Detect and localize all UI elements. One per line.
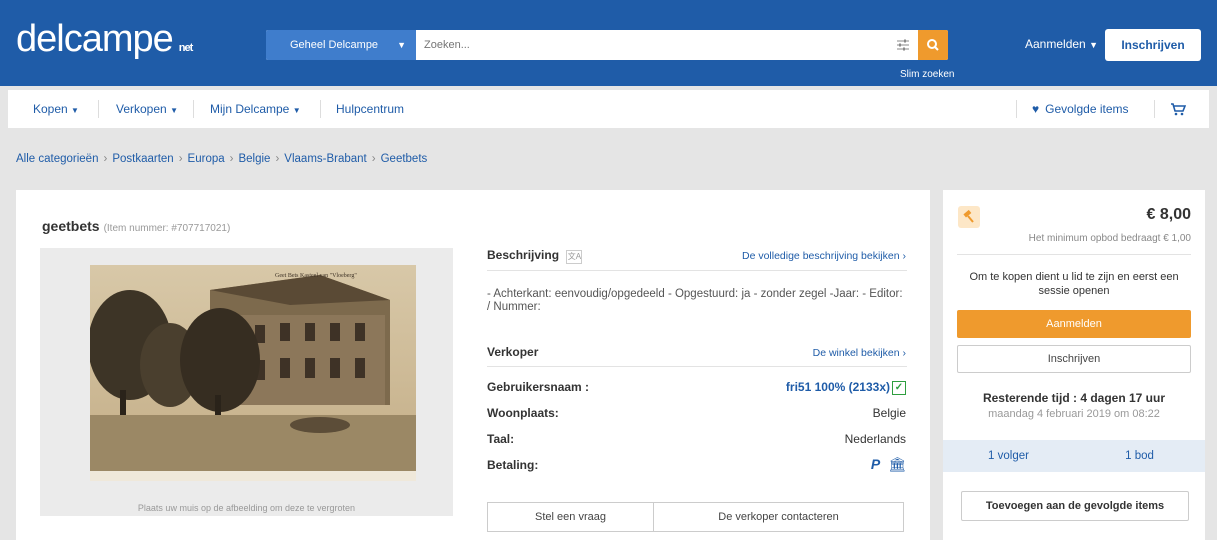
add-to-followed-button[interactable]: Toevoegen aan de gevolgde items bbox=[961, 491, 1189, 521]
auction-hammer-icon bbox=[958, 206, 980, 228]
nav-divider bbox=[1154, 100, 1155, 118]
search-input[interactable] bbox=[424, 36, 884, 54]
top-header: delcampe net Geheel Delcampe ▼ Slim zoeken… bbox=[0, 0, 1217, 86]
breadcrumb-separator: › bbox=[178, 153, 183, 165]
nav-sell-label: Verkopen bbox=[116, 102, 167, 116]
delcampe-logo[interactable]: delcampe net bbox=[16, 18, 193, 61]
heart-icon: ♥ bbox=[1032, 102, 1040, 116]
breadcrumb-separator: › bbox=[103, 153, 108, 165]
breadcrumb-item[interactable]: Postkaarten bbox=[112, 153, 173, 165]
ask-question-button[interactable]: Stel een vraag bbox=[488, 503, 654, 531]
nav-my-delcampe-label: Mijn Delcampe bbox=[210, 102, 290, 116]
full-description-link[interactable]: De volledige beschrijving bekijken › bbox=[742, 250, 906, 262]
breadcrumb-separator: › bbox=[229, 153, 234, 165]
bid-panel: € 8,00 Het minimum opbod bedraagt € 1,00… bbox=[943, 190, 1205, 540]
divider bbox=[487, 270, 907, 271]
nav-buy-label: Kopen bbox=[33, 102, 68, 116]
nav-divider bbox=[193, 100, 194, 118]
language-value: Nederlands bbox=[844, 432, 906, 446]
postcard-image[interactable]: Geet Bets Kasteel van "Vloeberg" bbox=[90, 265, 416, 481]
search-icon bbox=[927, 39, 939, 51]
current-price: € 8,00 bbox=[1146, 206, 1191, 223]
login-label: Aanmelden bbox=[1025, 37, 1086, 51]
logo-suffix: net bbox=[178, 42, 193, 54]
login-dropdown[interactable]: Aanmelden ▼ bbox=[1025, 37, 1098, 51]
description-text: - Achterkant: eenvoudig/opgedeeld - Opge… bbox=[487, 288, 903, 313]
payment-methods: P 🏛 bbox=[871, 456, 906, 473]
residence-value: Belgie bbox=[872, 406, 906, 420]
item-number: (Item nummer: #707717021) bbox=[103, 223, 231, 234]
description-heading: Beschrijving 文A bbox=[487, 248, 583, 264]
signup-button[interactable]: Inschrijven bbox=[1105, 29, 1201, 61]
caret-down-icon: ▼ bbox=[397, 40, 406, 50]
residence-label: Woonplaats: bbox=[487, 406, 559, 420]
description-heading-text: Beschrijving bbox=[487, 248, 560, 262]
breadcrumb: Alle categorieën › Postkaarten › Europa › Belg… bbox=[16, 153, 427, 165]
sidebar-signup-button[interactable]: Inschrijven bbox=[957, 345, 1191, 373]
nav-help[interactable]: Hulpcentrum bbox=[336, 102, 404, 116]
membership-message: Om te kopen dient u lid te zijn en eerst… bbox=[969, 271, 1179, 297]
cart-icon[interactable] bbox=[1170, 102, 1186, 116]
nav-buy[interactable]: Kopen ▼ bbox=[33, 102, 79, 116]
sidebar-login-button[interactable]: Aanmelden bbox=[957, 310, 1191, 338]
username-label: Gebruikersnaam : bbox=[487, 380, 590, 394]
contact-seller-button[interactable]: De verkoper contacteren bbox=[654, 503, 903, 531]
breadcrumb-item[interactable]: Alle categorieën bbox=[16, 153, 98, 165]
breadcrumb-separator: › bbox=[371, 153, 376, 165]
shop-link[interactable]: De winkel bekijken › bbox=[813, 347, 906, 359]
image-viewer: Geet Bets Kasteel van "Vloeberg" Plaats … bbox=[40, 248, 453, 516]
filter-sliders-icon[interactable] bbox=[896, 38, 910, 52]
nav-divider bbox=[98, 100, 99, 118]
item-panel: geetbets (Item nummer: #707717021) Geet … bbox=[16, 190, 930, 540]
caret-down-icon: ▼ bbox=[170, 106, 178, 115]
breadcrumb-separator: › bbox=[275, 153, 280, 165]
breadcrumb-item[interactable]: Belgie bbox=[238, 153, 270, 165]
postcard-caption: Geet Bets Kasteel van "Vloeberg" bbox=[275, 273, 357, 279]
end-date: maandag 4 februari 2019 om 08:22 bbox=[988, 408, 1160, 420]
auction-stats: 1 volger 1 bod bbox=[943, 440, 1205, 472]
followers-count[interactable]: 1 volger bbox=[943, 440, 1074, 472]
nav-divider bbox=[320, 100, 321, 118]
caret-down-icon: ▼ bbox=[292, 106, 301, 115]
nav-followed-label: Gevolgde items bbox=[1045, 102, 1129, 116]
item-title-text: geetbets bbox=[42, 218, 100, 234]
username-text: fri51 100% (2133x) bbox=[785, 380, 890, 394]
paypal-icon: P bbox=[870, 456, 881, 472]
caret-down-icon: ▼ bbox=[1089, 40, 1098, 50]
divider bbox=[487, 366, 907, 367]
search-bar: Geheel Delcampe ▼ bbox=[266, 30, 948, 60]
minimum-bid: Het minimum opbod bedraagt € 1,00 bbox=[1028, 233, 1191, 244]
remaining-time: Resterende tijd : 4 dagen 17 uur bbox=[982, 391, 1166, 405]
language-label: Taal: bbox=[487, 432, 515, 446]
smart-search-link[interactable]: Slim zoeken bbox=[900, 69, 954, 80]
breadcrumb-item[interactable]: Vlaams-Brabant bbox=[284, 153, 366, 165]
item-title: geetbets (Item nummer: #707717021) bbox=[42, 218, 230, 234]
caret-down-icon: ▼ bbox=[71, 106, 79, 115]
bids-count[interactable]: 1 bod bbox=[1074, 440, 1205, 472]
bank-icon: 🏛 bbox=[888, 456, 906, 472]
main-nav: Kopen ▼ Verkopen ▼ Mijn Delcampe ▼ Hulpc… bbox=[8, 90, 1209, 128]
search-scope-dropdown[interactable]: Geheel Delcampe ▼ bbox=[266, 30, 416, 60]
search-scope-label: Geheel Delcampe bbox=[290, 39, 379, 51]
nav-sell[interactable]: Verkopen ▼ bbox=[116, 102, 178, 116]
divider bbox=[957, 254, 1191, 255]
breadcrumb-item[interactable]: Europa bbox=[188, 153, 225, 165]
seller-heading: Verkoper bbox=[487, 345, 539, 359]
username-value[interactable]: fri51 100% (2133x) ✓ bbox=[786, 380, 906, 395]
verified-check-icon: ✓ bbox=[892, 380, 906, 395]
breadcrumb-item[interactable]: Geetbets bbox=[381, 153, 428, 165]
translate-icon[interactable]: 文A bbox=[566, 250, 583, 264]
nav-my-delcampe[interactable]: Mijn Delcampe ▼ bbox=[210, 102, 301, 116]
nav-followed-items[interactable]: ♥ Gevolgde items bbox=[1032, 102, 1129, 116]
nav-divider bbox=[1016, 100, 1017, 118]
contact-actions: Stel een vraag De verkoper contacteren bbox=[487, 502, 904, 532]
image-caption: Plaats uw muis op de afbeelding om deze … bbox=[137, 503, 356, 513]
search-button[interactable] bbox=[918, 30, 948, 60]
logo-text: delcampe bbox=[16, 18, 174, 60]
payment-label: Betaling: bbox=[487, 458, 539, 472]
